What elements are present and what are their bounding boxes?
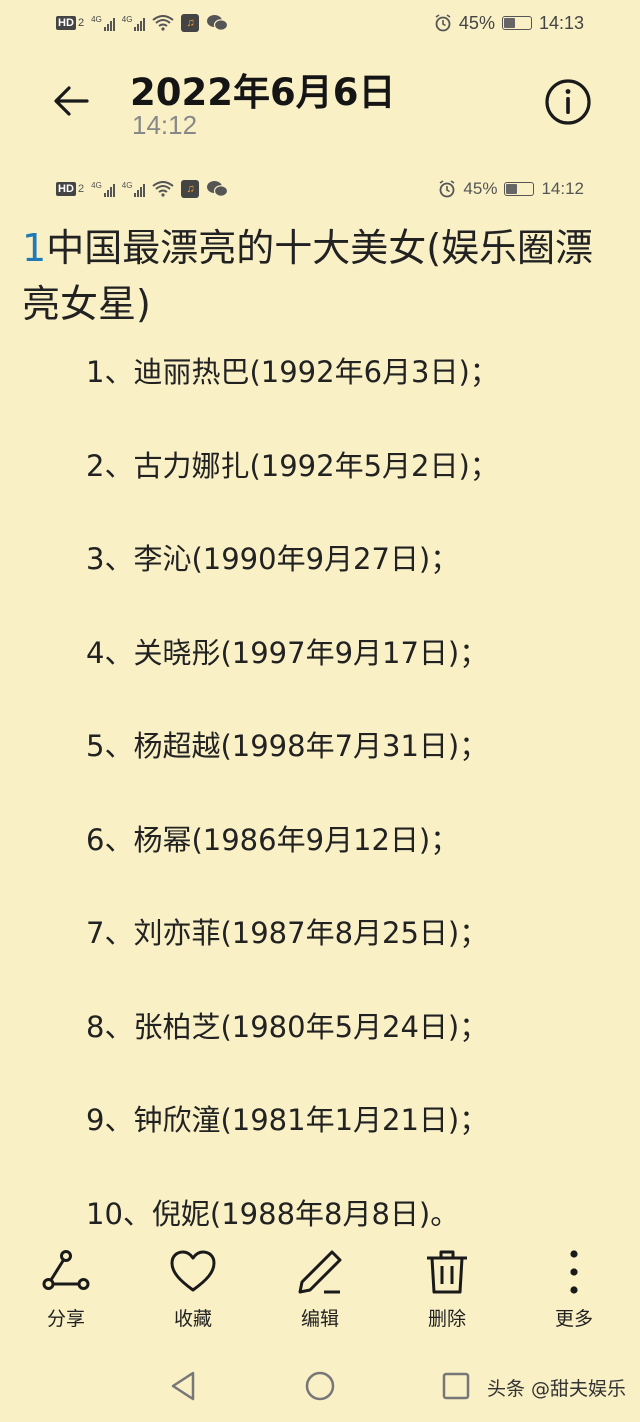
share-icon	[42, 1250, 90, 1290]
list-item: 8、张柏芝(1980年5月24日)；	[86, 1009, 489, 1044]
nav-home-icon[interactable]	[302, 1368, 338, 1404]
list-item: 9、钟欣潼(1981年1月21日)；	[86, 1103, 489, 1137]
signal-icon: 4G	[91, 15, 115, 31]
embedded-status-bar: HD 2 4G 4G ♫ 45% 14:12	[0, 166, 640, 212]
wifi-icon	[152, 15, 175, 31]
wechat-icon	[207, 181, 229, 197]
note-title-text: 中国最漂亮的十大美女(娱乐圈漂亮女星)	[22, 226, 594, 326]
nav-recents-icon[interactable]	[438, 1368, 474, 1404]
note-title: 1中国最漂亮的十大美女(娱乐圈漂亮女星)	[22, 220, 622, 332]
wifi-icon	[152, 181, 175, 197]
signal-icon: 4G	[91, 181, 115, 197]
pen-icon	[298, 1250, 342, 1294]
back-arrow-icon	[54, 86, 89, 116]
info-button[interactable]	[544, 78, 592, 126]
sim-label: 2	[78, 183, 85, 195]
share-label: 分享	[46, 1308, 85, 1330]
info-icon	[545, 79, 591, 125]
music-app-icon: ♫	[181, 180, 200, 198]
list-item: 1、迪丽热巴(1992年6月3日)；	[86, 355, 499, 389]
hd-icon: HD	[56, 182, 76, 196]
note-header: 2022年6月6日 14:12	[0, 56, 640, 156]
battery-icon	[501, 16, 532, 30]
music-app-icon: ♫	[181, 14, 200, 32]
sim-label: 2	[78, 17, 85, 29]
battery-percent: 45%	[458, 12, 495, 33]
back-button[interactable]	[48, 78, 94, 124]
alarm-icon	[435, 14, 451, 32]
hd-icon: HD	[56, 16, 76, 30]
page-subtitle: 14:12	[132, 110, 198, 140]
favorite-label: 收藏	[173, 1308, 212, 1330]
clock: 14:13	[538, 12, 584, 33]
signal-icon: 4G	[122, 181, 146, 197]
nav-back-icon[interactable]	[166, 1368, 202, 1404]
note-list: 1、迪丽热巴(1992年6月3日)； 2、古力娜扎(1992年5月2日)； 3、李沁…	[86, 344, 499, 1279]
wechat-icon	[207, 15, 229, 31]
status-bar: HD 2 4G 4G ♫ 45% 14:13	[0, 0, 640, 46]
trash-icon	[427, 1250, 467, 1294]
battery-icon	[504, 182, 535, 196]
share-button[interactable]: 分享	[22, 1248, 110, 1344]
edit-button[interactable]: 编辑	[276, 1248, 364, 1344]
edit-label: 编辑	[300, 1308, 339, 1330]
bottom-toolbar: 分享 收藏 编辑 删除 更多	[0, 1248, 640, 1344]
list-item: 2、古力娜扎(1992年5月2日)；	[86, 448, 499, 483]
favorite-button[interactable]: 收藏	[149, 1248, 237, 1344]
list-item: 5、杨超越(1998年7月31日)；	[86, 729, 489, 763]
delete-label: 删除	[427, 1308, 466, 1330]
more-button[interactable]: 更多	[530, 1248, 618, 1344]
battery-percent: 45%	[463, 179, 498, 198]
signal-icon: 4G	[122, 15, 146, 31]
note-title-number: 1	[22, 226, 47, 270]
clock: 14:12	[541, 179, 584, 198]
delete-button[interactable]: 删除	[403, 1248, 491, 1344]
heart-icon	[170, 1250, 216, 1292]
alarm-icon	[439, 180, 455, 198]
list-item: 7、刘亦菲(1987年8月25日)；	[86, 916, 489, 950]
list-item: 6、杨幂(1986年9月12日)；	[86, 822, 460, 857]
more-label: 更多	[554, 1308, 593, 1330]
list-item: 3、李沁(1990年9月27日)；	[86, 542, 460, 576]
more-vertical-icon	[570, 1250, 578, 1294]
list-item: 4、关晓彤(1997年9月17日)；	[86, 635, 489, 670]
page-title: 2022年6月6日	[130, 71, 396, 114]
watermark: 头条 @甜夫娱乐	[486, 1378, 626, 1400]
